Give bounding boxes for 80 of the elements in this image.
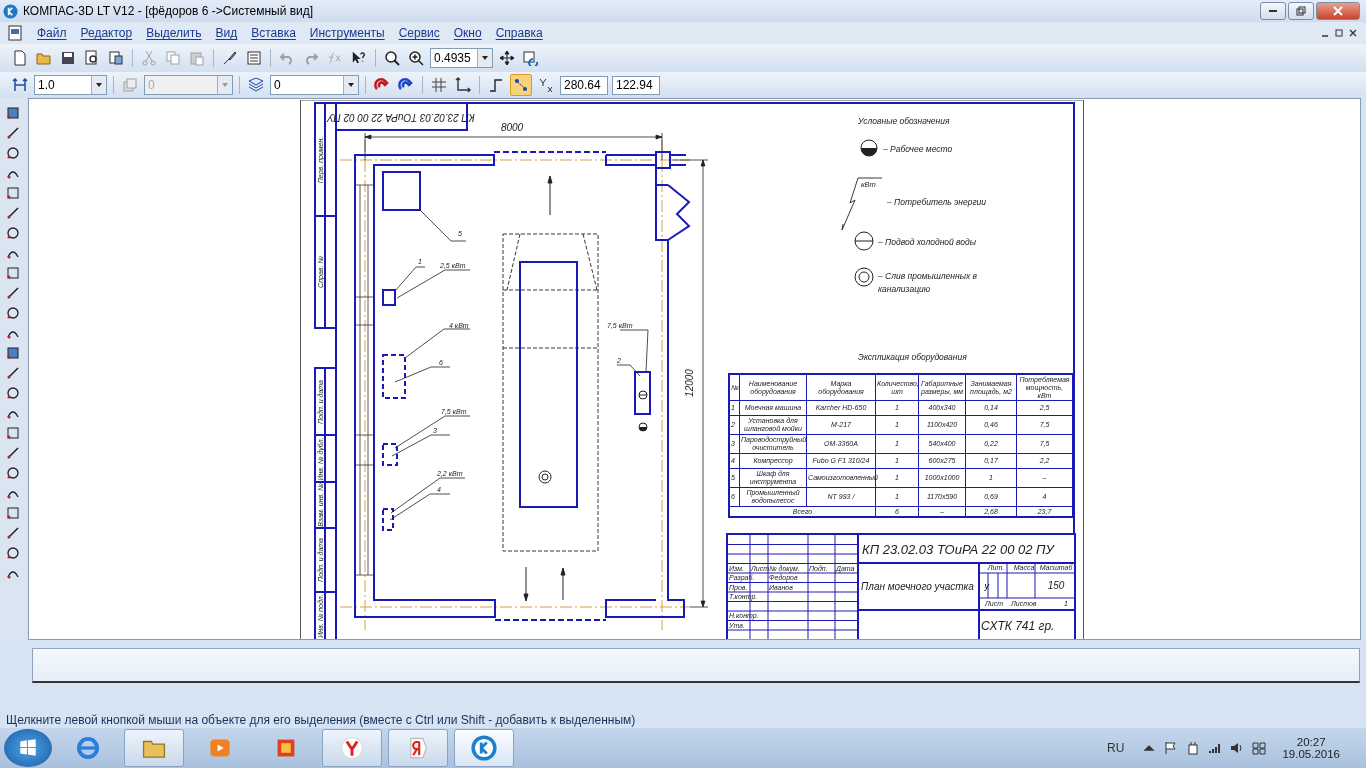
equipment-box: [382, 171, 421, 211]
menu-item[interactable]: Окно: [446, 26, 489, 40]
app-logo-icon: [3, 3, 18, 19]
arrow: [560, 567, 566, 601]
width-dimension: 8000: [500, 122, 524, 133]
line-icon[interactable]: [6, 126, 20, 140]
equipment-box: [382, 354, 406, 399]
start-button[interactable]: [4, 729, 52, 767]
organization-label: СХТК 741 гр.: [981, 618, 1055, 633]
drawing-name: План моечного участка: [861, 581, 974, 592]
yandex-taskbar-button[interactable]: [388, 729, 448, 767]
arrow: [547, 175, 553, 216]
y-coordinate-field[interactable]: 122.94: [612, 75, 660, 95]
scale-value: 150: [1047, 580, 1065, 591]
yandex-browser-taskbar-button[interactable]: [322, 729, 382, 767]
menu-item[interactable]: Выделить: [139, 26, 209, 40]
workplace-symbol: [860, 139, 878, 157]
equipment-box: [382, 289, 396, 306]
zoom-in-icon[interactable]: [406, 48, 426, 68]
signal-icon[interactable]: [1208, 741, 1223, 755]
document-code: КП 23.02.03 ТОиРА 22 00 02 ПУ: [862, 541, 1054, 557]
menu-item[interactable]: Вид: [208, 26, 245, 40]
minimize-icon: [1269, 10, 1277, 12]
restore-button[interactable]: [1288, 2, 1314, 20]
kompas-taskbar-button[interactable]: [454, 729, 514, 767]
browser-icon: [75, 735, 101, 761]
ellipse-icon[interactable]: [6, 386, 20, 400]
zoom-window-icon[interactable]: [382, 48, 402, 68]
drain-symbol: [854, 267, 874, 287]
refresh-icon[interactable]: [521, 48, 541, 68]
table-title: Экспликация оборудования: [858, 352, 967, 362]
energy-consumer-symbol: [841, 177, 883, 231]
language-indicator[interactable]: RU: [1107, 741, 1125, 755]
water-supply-symbol: [854, 231, 874, 251]
menu-item[interactable]: Вставка: [244, 26, 303, 40]
menu-item[interactable]: Справка: [488, 26, 550, 40]
rectangle-icon[interactable]: [6, 506, 20, 520]
equipment-box: [382, 443, 398, 466]
browser-icon: [339, 735, 365, 761]
legend-label: – Подвод холодной воды: [878, 237, 977, 247]
document-icon[interactable]: [8, 25, 22, 41]
folder-taskbar-button[interactable]: [124, 729, 184, 767]
drain-symbol: [538, 470, 552, 484]
menu-item[interactable]: Инструменты: [302, 26, 392, 40]
equipment-box: [382, 508, 394, 531]
water-supply-symbol: [638, 390, 648, 400]
snap-icon[interactable]: [510, 74, 532, 96]
workplace-symbol: [638, 422, 648, 432]
close-button[interactable]: [1316, 2, 1360, 20]
restore-icon: [1296, 6, 1306, 16]
windows-icon[interactable]: [1252, 741, 1267, 755]
arrow: [523, 566, 529, 602]
minimize-button[interactable]: [1260, 2, 1286, 20]
rotated-code: КП 23.02.03 ТОиРА 22 00 02 ПУ: [327, 112, 475, 124]
document-icon[interactable]: [106, 48, 126, 68]
flag-icon[interactable]: [1164, 741, 1179, 755]
segment-icon[interactable]: [6, 306, 20, 320]
windows-logo-icon: [17, 737, 39, 759]
legend-label: – Рабочее место: [883, 144, 953, 154]
equipment-box: [634, 371, 651, 415]
power-icon[interactable]: [1186, 741, 1201, 755]
app-logo-icon: [470, 734, 498, 762]
legend-label: – Потребитель энергии: [887, 197, 987, 207]
restore-icon[interactable]: [1334, 28, 1344, 38]
speaker-icon[interactable]: [1230, 741, 1245, 755]
legend-title: Условные обозначения: [858, 116, 950, 126]
pan-icon[interactable]: [497, 48, 517, 68]
menu-item[interactable]: Файл: [30, 26, 74, 40]
axes-icon[interactable]: [453, 75, 473, 95]
clock[interactable]: 20:27 19.05.2016: [1282, 736, 1340, 760]
menu-item[interactable]: Редактор: [73, 26, 140, 40]
menu-item[interactable]: Сервис: [391, 26, 447, 40]
close-icon: [1333, 6, 1343, 16]
letter-value: у: [984, 580, 989, 591]
legend-label: – Слив промышленных в канализацию: [878, 270, 978, 296]
x-coordinate-field[interactable]: 280.64: [560, 75, 608, 95]
command-field[interactable]: [32, 648, 1360, 683]
close-icon[interactable]: [1348, 28, 1358, 38]
length-dimension: 12000: [684, 369, 695, 397]
window-title: КОМПАС-3D LT V12 - [фёдоров 6 ->Системный вид]: [23, 4, 314, 18]
